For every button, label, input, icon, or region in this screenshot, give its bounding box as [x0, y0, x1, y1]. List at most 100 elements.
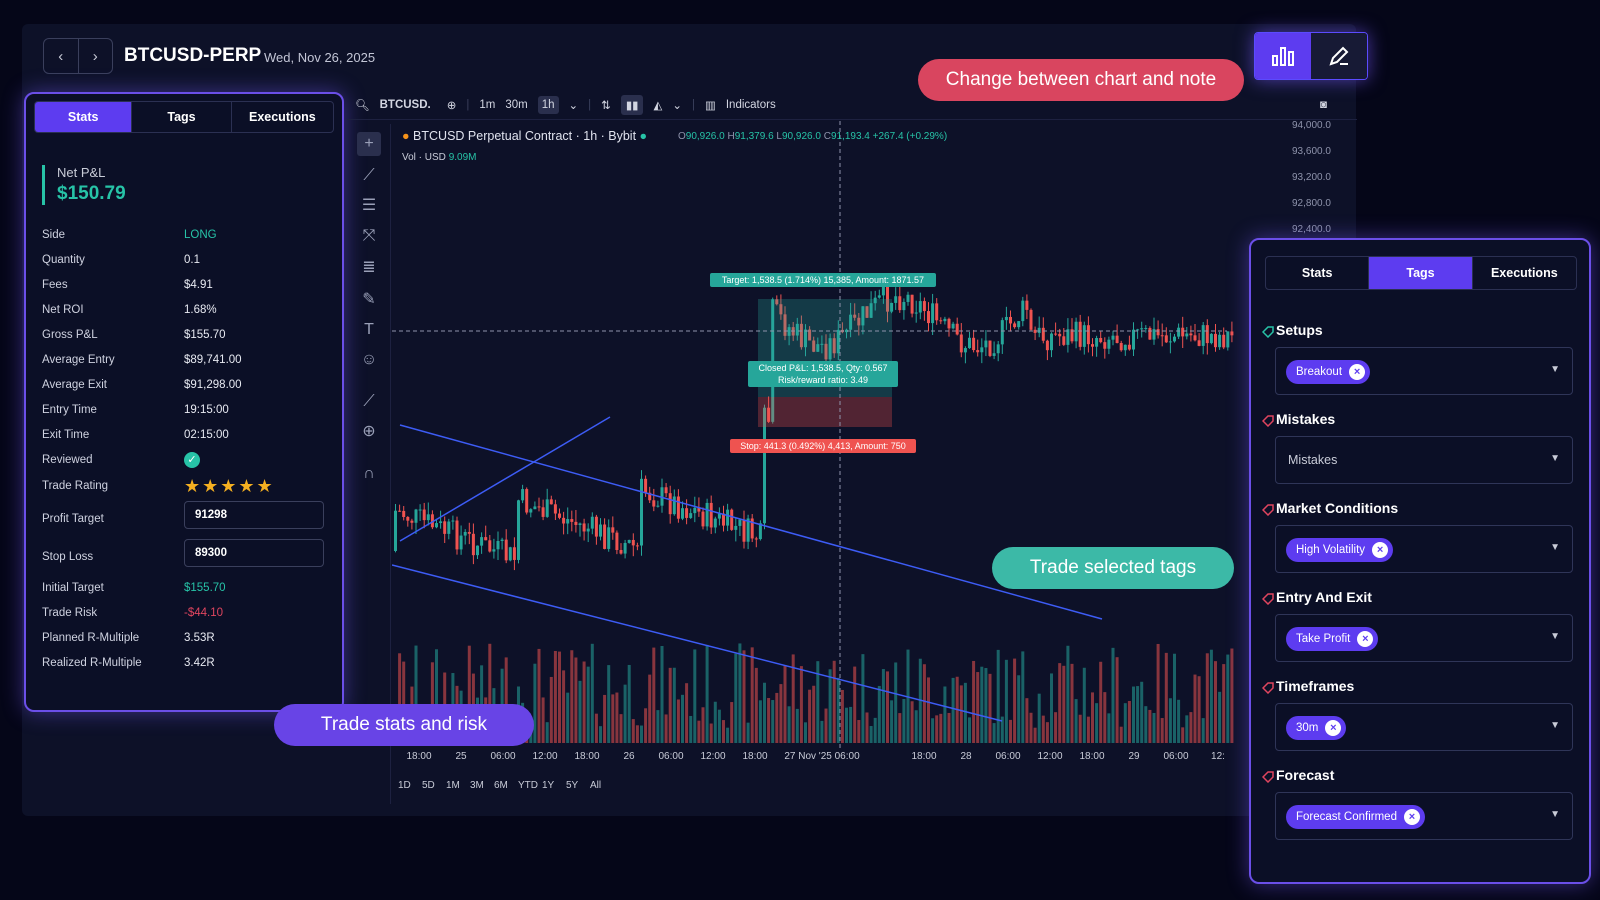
volume-bar	[804, 722, 807, 743]
trend-line-icon[interactable]: ⟋	[357, 164, 381, 188]
tag-select[interactable]: Breakout × ▼	[1275, 347, 1573, 395]
tag-select[interactable]: Forecast Confirmed × ▼	[1275, 792, 1573, 840]
volume-bar	[541, 697, 545, 743]
price-chart[interactable]: 94,000.0 93,600.0 93,200.0 92,800.0 92,400.0…	[392, 121, 1357, 811]
tab-tags[interactable]: Tags	[1369, 257, 1473, 289]
indicators-button[interactable]: Indicators	[726, 99, 776, 111]
star-rating[interactable]: ★★★★★	[184, 476, 275, 497]
volume-bar	[972, 660, 976, 743]
candle-body	[1029, 309, 1033, 330]
indicators-icon[interactable]: ▥	[705, 98, 716, 112]
volume-bar	[713, 701, 717, 743]
channel-upper-line-ext[interactable]	[399, 424, 1103, 620]
range-button[interactable]: 3M	[470, 780, 484, 791]
candle-body	[1140, 328, 1144, 330]
chevron-down-icon[interactable]: ⌄	[672, 98, 682, 112]
interval-30m[interactable]: 30m	[505, 99, 527, 111]
volume-bar	[607, 665, 611, 743]
interval-1m[interactable]: 1m	[479, 99, 495, 111]
volume-bar	[943, 686, 947, 743]
zoom-icon[interactable]: ⊕	[357, 420, 381, 444]
ruler-icon[interactable]: ⟋	[357, 390, 381, 414]
target-label: Target: 1,538.5 (1.714%) 15,385, Amount:…	[722, 275, 924, 285]
pattern-icon[interactable]: ⤧	[357, 224, 381, 248]
remove-tag-icon[interactable]: ×	[1372, 542, 1389, 558]
stop-zone[interactable]	[758, 397, 892, 427]
channel-lower-line[interactable]	[392, 564, 1003, 722]
candle-body	[754, 538, 758, 540]
area-chart-icon[interactable]: ◭	[653, 98, 662, 112]
range-button[interactable]: All	[590, 780, 601, 791]
range-button[interactable]: 1Y	[542, 780, 555, 791]
chevron-down-icon[interactable]: ⌄	[569, 98, 579, 112]
chart-title: BTCUSD Perpetual Contract · 1h · Bybit	[413, 129, 637, 143]
stat-label: Exit Time	[42, 429, 90, 441]
volume-bar	[996, 649, 1000, 743]
camera-icon[interactable]: ◙	[1320, 99, 1327, 111]
magnet-icon[interactable]: ∩	[357, 462, 381, 486]
volume-bar	[754, 667, 758, 743]
channel-upper-line[interactable]	[399, 416, 611, 542]
tab-stats[interactable]: Stats	[35, 102, 133, 132]
page-title: BTCUSD-PERP	[124, 45, 262, 66]
candle-body	[1058, 333, 1062, 337]
candle-body	[644, 478, 648, 493]
range-button[interactable]: 1M	[446, 780, 460, 791]
volume-bar	[1107, 713, 1111, 743]
candle-body	[1222, 334, 1226, 348]
tab-executions[interactable]: Executions	[232, 102, 333, 132]
candle-body	[418, 509, 422, 511]
candle-body	[480, 537, 484, 546]
profit-target-input[interactable]: 91298	[184, 501, 324, 529]
tab-tags[interactable]: Tags	[132, 102, 232, 132]
tab-executions[interactable]: Executions	[1473, 257, 1576, 289]
candle-body	[1209, 333, 1213, 344]
x-tick-label: 18:00	[574, 751, 599, 762]
volume-bar	[1103, 692, 1107, 743]
range-button[interactable]: YTD	[518, 780, 538, 791]
text-icon[interactable]: T	[357, 318, 381, 342]
range-selector[interactable]: 1D 5D 1M 3M 6M YTD 1Y 5Y All	[398, 780, 601, 791]
volume-bar	[558, 651, 561, 743]
volume-bar	[1037, 693, 1041, 743]
tag-select[interactable]: High Volatility × ▼	[1275, 525, 1573, 573]
candles-icon[interactable]: ▮▮	[620, 94, 644, 115]
reviewed-check-icon[interactable]: ✓	[184, 452, 200, 468]
next-day-button[interactable]: ›	[79, 39, 113, 73]
ohlc-readout: O90,926.0 H91,379.6 L90,926.0 C91,193.4 …	[678, 131, 948, 142]
range-button[interactable]: 5Y	[566, 780, 579, 791]
x-axis: 18:00 25 06:00 12:00 18:00 26 06:00 12:00 18:00 2…	[406, 751, 1224, 762]
volume-bar	[685, 683, 689, 743]
prev-day-button[interactable]: ‹	[44, 39, 79, 73]
remove-tag-icon[interactable]: ×	[1357, 631, 1374, 647]
remove-tag-icon[interactable]: ×	[1403, 809, 1420, 825]
fib-icon[interactable]: ≣	[357, 256, 381, 280]
tab-stats[interactable]: Stats	[1266, 257, 1370, 289]
brush-icon[interactable]: ✎	[357, 288, 381, 312]
crosshair-icon[interactable]: +	[357, 132, 381, 156]
volume-bar	[689, 715, 693, 743]
range-button[interactable]: 5D	[422, 780, 435, 791]
compare-icon[interactable]: ⇅	[601, 98, 611, 112]
candle-body	[517, 500, 520, 560]
emoji-icon[interactable]: ☺	[357, 348, 381, 372]
note-view-button[interactable]	[1311, 33, 1367, 79]
add-symbol-icon[interactable]: ⊕	[447, 98, 457, 112]
tag-icon	[1261, 503, 1274, 517]
chart-view-button[interactable]	[1255, 33, 1311, 79]
candle-body	[566, 519, 570, 524]
stop-loss-input[interactable]: 89300	[184, 539, 324, 567]
volume-bar	[1197, 676, 1201, 743]
remove-tag-icon[interactable]: ×	[1325, 720, 1342, 736]
remove-tag-icon[interactable]: ×	[1349, 364, 1366, 380]
range-button[interactable]: 6M	[494, 780, 508, 791]
tag-select[interactable]: Take Profit × ▼	[1275, 614, 1573, 662]
tag-select[interactable]: 30m × ▼	[1275, 703, 1573, 751]
interval-1h[interactable]: 1h	[537, 95, 559, 114]
horizontal-lines-icon[interactable]: ☰	[357, 194, 381, 218]
symbol-search[interactable]: BTCUSD.	[380, 99, 431, 111]
volume-bar	[672, 667, 676, 743]
tag-select[interactable]: Mistakes ▼	[1275, 436, 1573, 484]
search-icon[interactable]: 🔍︎	[355, 98, 370, 112]
range-button[interactable]: 1D	[398, 780, 411, 791]
